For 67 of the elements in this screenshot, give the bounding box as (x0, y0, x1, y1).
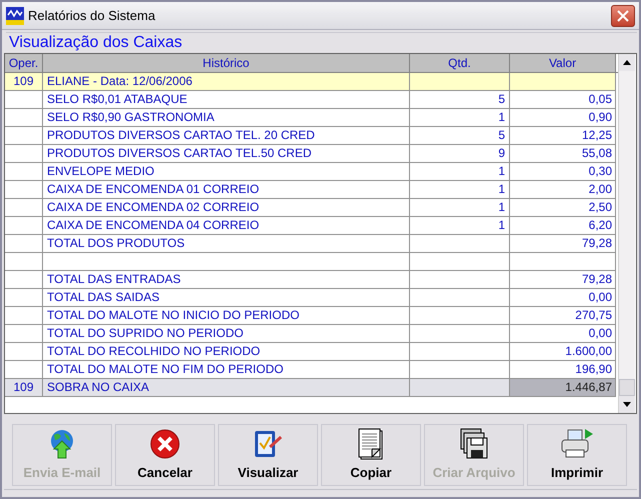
table-cell: TOTAL DO MALOTE NO FIM DO PERIODO (43, 361, 410, 379)
table-cell: 9 (410, 145, 510, 163)
table-cell: PRODUTOS DIVERSOS CARTAO TEL.50 CRED (43, 145, 410, 163)
scroll-thumb[interactable] (619, 379, 635, 396)
app-icon (6, 6, 24, 24)
table-cell: 2,00 (510, 181, 616, 199)
table-cell: 1 (410, 163, 510, 181)
table-cell: 0,30 (510, 163, 616, 181)
down-arrow-icon (623, 402, 631, 407)
table-cell: 12,25 (510, 127, 616, 145)
table-cell: 55,08 (510, 145, 616, 163)
table-cell: TOTAL DAS ENTRADAS (43, 271, 410, 289)
table-cell: 6,20 (510, 217, 616, 235)
column-header[interactable]: Qtd. (410, 54, 510, 72)
column-header[interactable]: Oper. (5, 54, 43, 72)
table-cell: ENVELOPE MEDIO (43, 163, 410, 181)
table-cell: 1 (410, 217, 510, 235)
table-cell: 0,90 (510, 109, 616, 127)
up-arrow-icon (623, 60, 631, 65)
table-cell: 2,50 (510, 199, 616, 217)
table-cell: 0,00 (510, 289, 616, 307)
table-cell: 0,05 (510, 91, 616, 109)
scroll-up-button[interactable] (619, 54, 635, 71)
toolbar-button[interactable]: Copiar (321, 424, 421, 486)
column-header[interactable]: Valor (510, 54, 616, 72)
table-cell: TOTAL DO RECOLHIDO NO PERIODO (43, 343, 410, 361)
printer-icon (559, 428, 595, 460)
table-cell: 1.446,87 (510, 379, 616, 397)
table-cell: SELO R$0,90 GASTRONOMIA (43, 109, 410, 127)
toolbar-button[interactable]: Visualizar (218, 424, 318, 486)
globe-icon (48, 428, 76, 459)
scrollbar[interactable] (618, 54, 635, 413)
table-cell: CAIXA DE ENCOMENDA 04 CORREIO (43, 217, 410, 235)
table-cell: 0,00 (510, 325, 616, 343)
table-cell: TOTAL DOS PRODUTOS (43, 235, 410, 253)
table-cell: 79,28 (510, 271, 616, 289)
toolbar-button[interactable]: Imprimir (527, 424, 627, 486)
close-button[interactable] (611, 4, 635, 26)
table-cell: TOTAL DAS SAIDAS (43, 289, 410, 307)
table-cell: 270,75 (510, 307, 616, 325)
table-cell: 79,28 (510, 235, 616, 253)
table-cell: 1 (410, 199, 510, 217)
table-cell: CAIXA DE ENCOMENDA 01 CORREIO (43, 181, 410, 199)
cancel-icon (150, 428, 180, 459)
clipboard-check-icon (252, 428, 284, 459)
table-cell: 109 (5, 73, 43, 91)
column-header[interactable]: Histórico (43, 54, 410, 72)
table-cell: SOBRA NO CAIXA (43, 379, 410, 397)
table-cell: TOTAL DO SUPRIDO NO PERIODO (43, 325, 410, 343)
table-cell: 1.600,00 (510, 343, 616, 361)
table-cell: CAIXA DE ENCOMENDA 02 CORREIO (43, 199, 410, 217)
table-cell: 1 (410, 181, 510, 199)
table-cell: ELIANE - Data: 12/06/2006 (43, 73, 410, 91)
table-cell: 1 (410, 109, 510, 127)
table-cell: 5 (410, 91, 510, 109)
close-icon (617, 10, 629, 22)
table-cell: 109 (5, 379, 43, 397)
table-cell: TOTAL DO MALOTE NO INICIO DO PERIODO (43, 307, 410, 325)
table-cell: SELO R$0,01 ATABAQUE (43, 91, 410, 109)
table-cell: 196,90 (510, 361, 616, 379)
table-cell: PRODUTOS DIVERSOS CARTAO TEL. 20 CRED (43, 127, 410, 145)
floppy-disks-icon (459, 428, 489, 460)
document-icon (357, 428, 385, 460)
toolbar-button[interactable]: Cancelar (115, 424, 215, 486)
scroll-down-button[interactable] (619, 396, 635, 413)
window-title: Relatórios do Sistema (28, 6, 156, 25)
table-cell: 5 (410, 127, 510, 145)
